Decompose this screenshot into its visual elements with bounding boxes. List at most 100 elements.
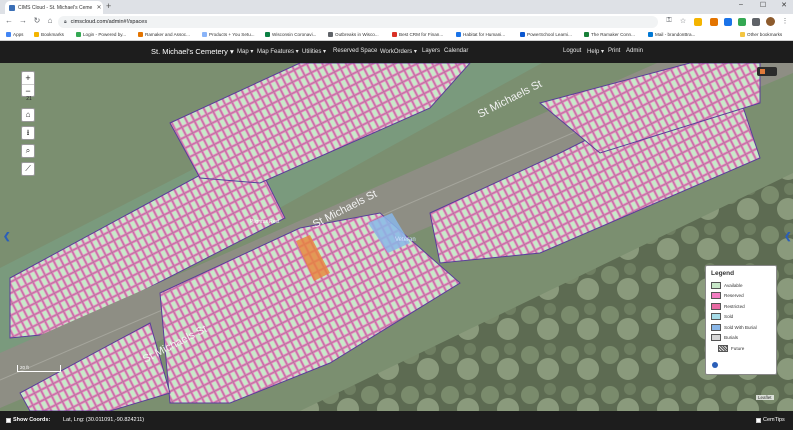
zoom-search-button[interactable]: ⌕ — [21, 144, 35, 158]
download-button[interactable]: ⭳ — [21, 126, 35, 140]
legend-swatch — [711, 302, 721, 310]
legend-swatch — [711, 292, 721, 300]
right-panel-toggle-icon[interactable]: ❮ — [784, 231, 792, 242]
back-icon[interactable]: ← — [3, 16, 15, 25]
bookmark-item[interactable]: Mail - brandonBra... — [648, 32, 695, 37]
close-tab-icon[interactable]: ✕ — [95, 4, 103, 11]
info-icon[interactable] — [712, 362, 718, 368]
bookmark-icon — [328, 32, 333, 37]
app-navbar: St. Michael's Cemetery ▾ Map ▾ Map Featu… — [0, 41, 793, 63]
nav-admin[interactable]: Admin — [626, 48, 643, 54]
home-extent-button[interactable]: ⌂ — [21, 108, 35, 122]
nav-logout[interactable]: Logout — [563, 48, 581, 54]
bookmark-item[interactable]: Login - Powered by... — [76, 32, 126, 37]
address-bar-row: ← → ↻ ⌂ 🔒︎ cimscloud.com/admin#!/spaces … — [0, 14, 793, 30]
bookmark-icon — [138, 32, 143, 37]
other-bookmarks[interactable]: Other bookmarks — [740, 32, 782, 37]
bookmark-icon — [392, 32, 397, 37]
legend-swatch — [718, 344, 728, 352]
extension-icon[interactable] — [724, 18, 732, 26]
bookmark-label: PowerSchool Learni... — [527, 32, 572, 37]
bookmark-item[interactable]: Ramaker and Assoc... — [138, 32, 190, 37]
bookmark-icon — [6, 32, 11, 37]
site-favicon-icon — [9, 4, 15, 11]
bookmark-icon — [202, 32, 207, 37]
measure-button[interactable]: ⟋ — [21, 162, 35, 176]
legend-title: Legend — [711, 270, 735, 277]
layer-toggle-button[interactable] — [757, 67, 777, 76]
bookmark-icon — [648, 32, 653, 37]
cemtips-toggle[interactable]: CemTips — [756, 417, 785, 423]
bookmark-icon — [520, 32, 525, 37]
bookmark-label: Apps — [13, 32, 24, 37]
browser-tab[interactable]: CIMS Cloud - St. Michael's Ceme ✕ — [5, 1, 103, 14]
map-view[interactable]: St Michaels St St Michaels St St Michael… — [0, 63, 793, 411]
bookmark-label: Ramaker and Assoc... — [145, 32, 190, 37]
show-coords-toggle[interactable]: Show Coords: — [6, 417, 50, 423]
checkbox[interactable] — [6, 417, 11, 423]
extension-icon[interactable] — [752, 18, 760, 26]
extension-icon[interactable] — [738, 18, 746, 26]
legend-label: Burials — [724, 335, 739, 341]
nav-map-features[interactable]: Map Features ▾ — [257, 48, 299, 55]
bookmark-icon — [265, 32, 270, 37]
feature-label: Pilgrims Rest — [250, 219, 280, 225]
bookmark-label: Products + You Setu... — [209, 32, 255, 37]
key-icon[interactable]: ⚿ — [664, 17, 674, 27]
nav-calendar[interactable]: Calendar — [444, 48, 468, 54]
legend-item: Available — [711, 280, 771, 291]
bookmark-item[interactable]: PowerSchool Learni... — [520, 32, 572, 37]
tab-title: CIMS Cloud - St. Michael's Ceme — [18, 4, 93, 11]
home-icon[interactable]: ⌂ — [44, 16, 56, 25]
legend-label: Restricted — [724, 303, 745, 309]
map-legend: Legend Available Reserved Restricted Sol… — [705, 265, 777, 375]
bookmark-label: Mail - brandonBra... — [655, 32, 696, 37]
status-bar: Show Coords: Lat, Lng: (30.011091,-90.82… — [0, 411, 793, 430]
left-panel-toggle-icon[interactable]: ❮ — [3, 231, 11, 242]
new-tab-icon[interactable]: + — [106, 1, 111, 11]
nav-utilities[interactable]: Utilities ▾ — [302, 48, 326, 55]
forward-icon[interactable]: → — [17, 16, 29, 25]
url-input[interactable]: 🔒︎ cimscloud.com/admin#!/spaces — [58, 16, 658, 28]
bookmark-item[interactable]: Wisconsin Coronavi... — [265, 32, 316, 37]
nav-reserved-space[interactable]: Reserved Space — [333, 48, 377, 54]
close-window-icon[interactable]: ✕ — [776, 1, 792, 9]
legend-swatch — [711, 334, 721, 342]
nav-print[interactable]: Print — [608, 48, 620, 54]
lock-icon: 🔒︎ — [64, 19, 67, 25]
extension-icon[interactable] — [694, 18, 702, 26]
bookmark-item[interactable]: Apps — [6, 32, 23, 37]
bookmark-item[interactable]: Best CRM for Finan... — [392, 32, 443, 37]
nav-workorders[interactable]: WorkOrders ▾ — [380, 48, 417, 55]
star-icon[interactable]: ☆ — [678, 17, 688, 27]
bookmark-icon — [76, 32, 81, 37]
bookmark-item[interactable]: Outbreaks in Wisco... — [328, 32, 379, 37]
reload-icon[interactable]: ↻ — [31, 16, 43, 25]
lat-lng-readout: Lat, Lng: (30.011091,-90.824211) — [63, 417, 145, 423]
legend-item: Future — [711, 343, 771, 354]
bookmark-label: Best CRM for Finan... — [399, 32, 444, 37]
aerial-map[interactable]: St Michaels St St Michaels St St Michael… — [0, 63, 793, 411]
nav-map[interactable]: Map ▾ — [237, 48, 253, 55]
extension-icon[interactable] — [710, 18, 718, 26]
menu-icon[interactable]: ⋮ — [780, 17, 790, 27]
checkbox[interactable] — [756, 417, 761, 423]
maximize-icon[interactable]: ☐ — [755, 1, 771, 9]
bookmark-item[interactable]: Bookmarks — [34, 32, 64, 37]
bookmark-label: Bookmarks — [41, 32, 64, 37]
cemetery-select-menu[interactable]: St. Michael's Cemetery ▾ — [151, 47, 234, 56]
bookmark-icon — [34, 32, 39, 37]
bookmark-label: Outbreaks in Wisco... — [335, 32, 379, 37]
bookmark-item[interactable]: Products + You Setu... — [202, 32, 255, 37]
profile-avatar[interactable] — [766, 17, 775, 26]
nav-layers[interactable]: Layers — [422, 48, 440, 54]
bookmark-item[interactable]: The Ramaker Conn... — [584, 32, 635, 37]
legend-item: Restricted — [711, 301, 771, 312]
bookmark-label: Wisconsin Coronavi... — [272, 32, 317, 37]
nav-help[interactable]: Help ▾ — [587, 48, 604, 55]
bookmark-item[interactable]: Habitat for Humani... — [456, 32, 505, 37]
zoom-out-button[interactable]: − — [22, 84, 34, 96]
map-attribution[interactable]: Leaflet — [756, 395, 774, 400]
zoom-in-button[interactable]: + — [22, 72, 34, 84]
minimize-icon[interactable]: – — [733, 1, 749, 8]
